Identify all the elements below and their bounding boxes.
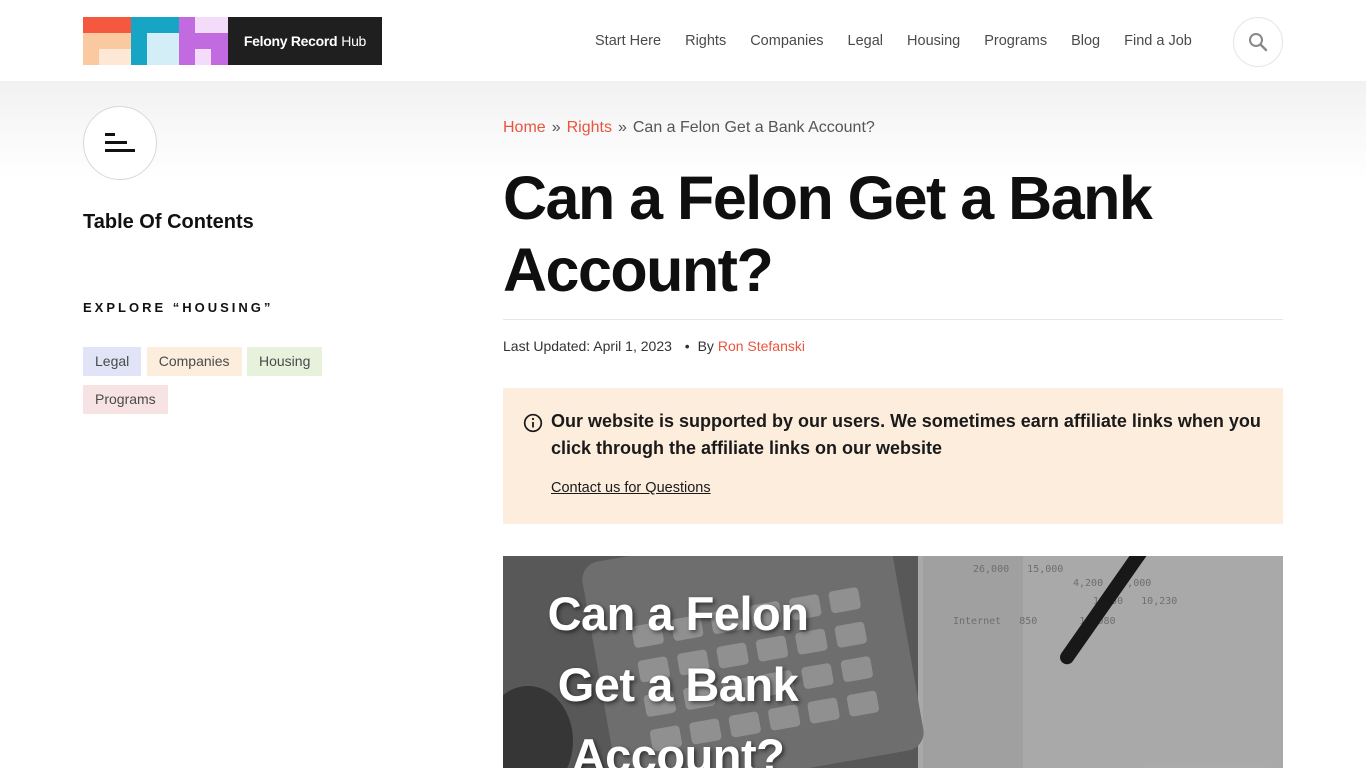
last-updated: Last Updated: April 1, 2023 bbox=[503, 338, 672, 354]
toc-title: Table Of Contents bbox=[83, 211, 254, 233]
nav-start-here[interactable]: Start Here bbox=[595, 33, 661, 49]
breadcrumb-separator: » bbox=[617, 119, 627, 136]
search-button[interactable] bbox=[1233, 17, 1283, 67]
breadcrumb-home[interactable]: Home bbox=[503, 119, 546, 136]
explore-category-label: EXPLORE “HOUSING” bbox=[83, 300, 274, 315]
logo-text: Felony Record Hub bbox=[228, 17, 382, 65]
hero-caption-line: Get a Bank bbox=[557, 658, 799, 711]
menu-lines-icon bbox=[105, 133, 135, 152]
breadcrumb: Home » Rights » Can a Felon Get a Bank Accou… bbox=[503, 119, 875, 137]
nav-companies[interactable]: Companies bbox=[750, 33, 823, 49]
nav-find-a-job[interactable]: Find a Job bbox=[1124, 33, 1192, 49]
hero-caption-line: Account? bbox=[571, 729, 785, 768]
by-label: By bbox=[697, 338, 714, 354]
breadcrumb-separator: » bbox=[551, 119, 561, 136]
tag-programs[interactable]: Programs bbox=[83, 385, 168, 414]
tag-legal[interactable]: Legal bbox=[83, 347, 142, 376]
meta-dot: • bbox=[684, 338, 690, 354]
tag-companies[interactable]: Companies bbox=[146, 347, 242, 376]
info-icon bbox=[523, 413, 543, 433]
tag-housing[interactable]: Housing bbox=[247, 347, 323, 376]
article-meta: Last Updated: April 1, 2023 • By Ron Ste… bbox=[503, 338, 805, 354]
site-header: Felony Record Hub Start Here Rights Comp… bbox=[0, 0, 1366, 81]
brand-name-bold: Felony Record bbox=[243, 33, 338, 49]
affiliate-notice: Our website is supported by our users. W… bbox=[503, 388, 1283, 524]
hero-caption-line: Can a Felon bbox=[547, 587, 809, 640]
title-divider bbox=[503, 319, 1283, 320]
hero-image: 26,000 15,000 4,200 15,000 1,050 10,230 … bbox=[503, 556, 1283, 768]
nav-programs[interactable]: Programs bbox=[984, 33, 1047, 49]
breadcrumb-current: Can a Felon Get a Bank Account? bbox=[632, 119, 875, 136]
hero-caption: Can a Felon Get a Bank Account? bbox=[503, 578, 853, 768]
nav-housing[interactable]: Housing bbox=[907, 33, 960, 49]
nav-rights[interactable]: Rights bbox=[685, 33, 726, 49]
category-tags: Legal Companies Housing Programs bbox=[83, 347, 343, 423]
page-title: Can a Felon Get a Bank Account? bbox=[503, 164, 1153, 304]
breadcrumb-rights[interactable]: Rights bbox=[567, 119, 612, 136]
search-icon bbox=[1249, 33, 1268, 52]
brand-name-light: Hub bbox=[341, 33, 367, 49]
logo-mark bbox=[83, 17, 228, 65]
author-link[interactable]: Ron Stefanski bbox=[718, 338, 805, 354]
nav-blog[interactable]: Blog bbox=[1071, 33, 1100, 49]
site-logo[interactable]: Felony Record Hub bbox=[83, 17, 382, 65]
contact-link[interactable]: Contact us for Questions bbox=[551, 480, 711, 496]
toc-toggle-button[interactable] bbox=[83, 106, 157, 180]
nav-legal[interactable]: Legal bbox=[848, 33, 883, 49]
main-nav: Start Here Rights Companies Legal Housin… bbox=[595, 33, 1216, 49]
affiliate-notice-text: Our website is supported by our users. W… bbox=[551, 411, 1261, 458]
